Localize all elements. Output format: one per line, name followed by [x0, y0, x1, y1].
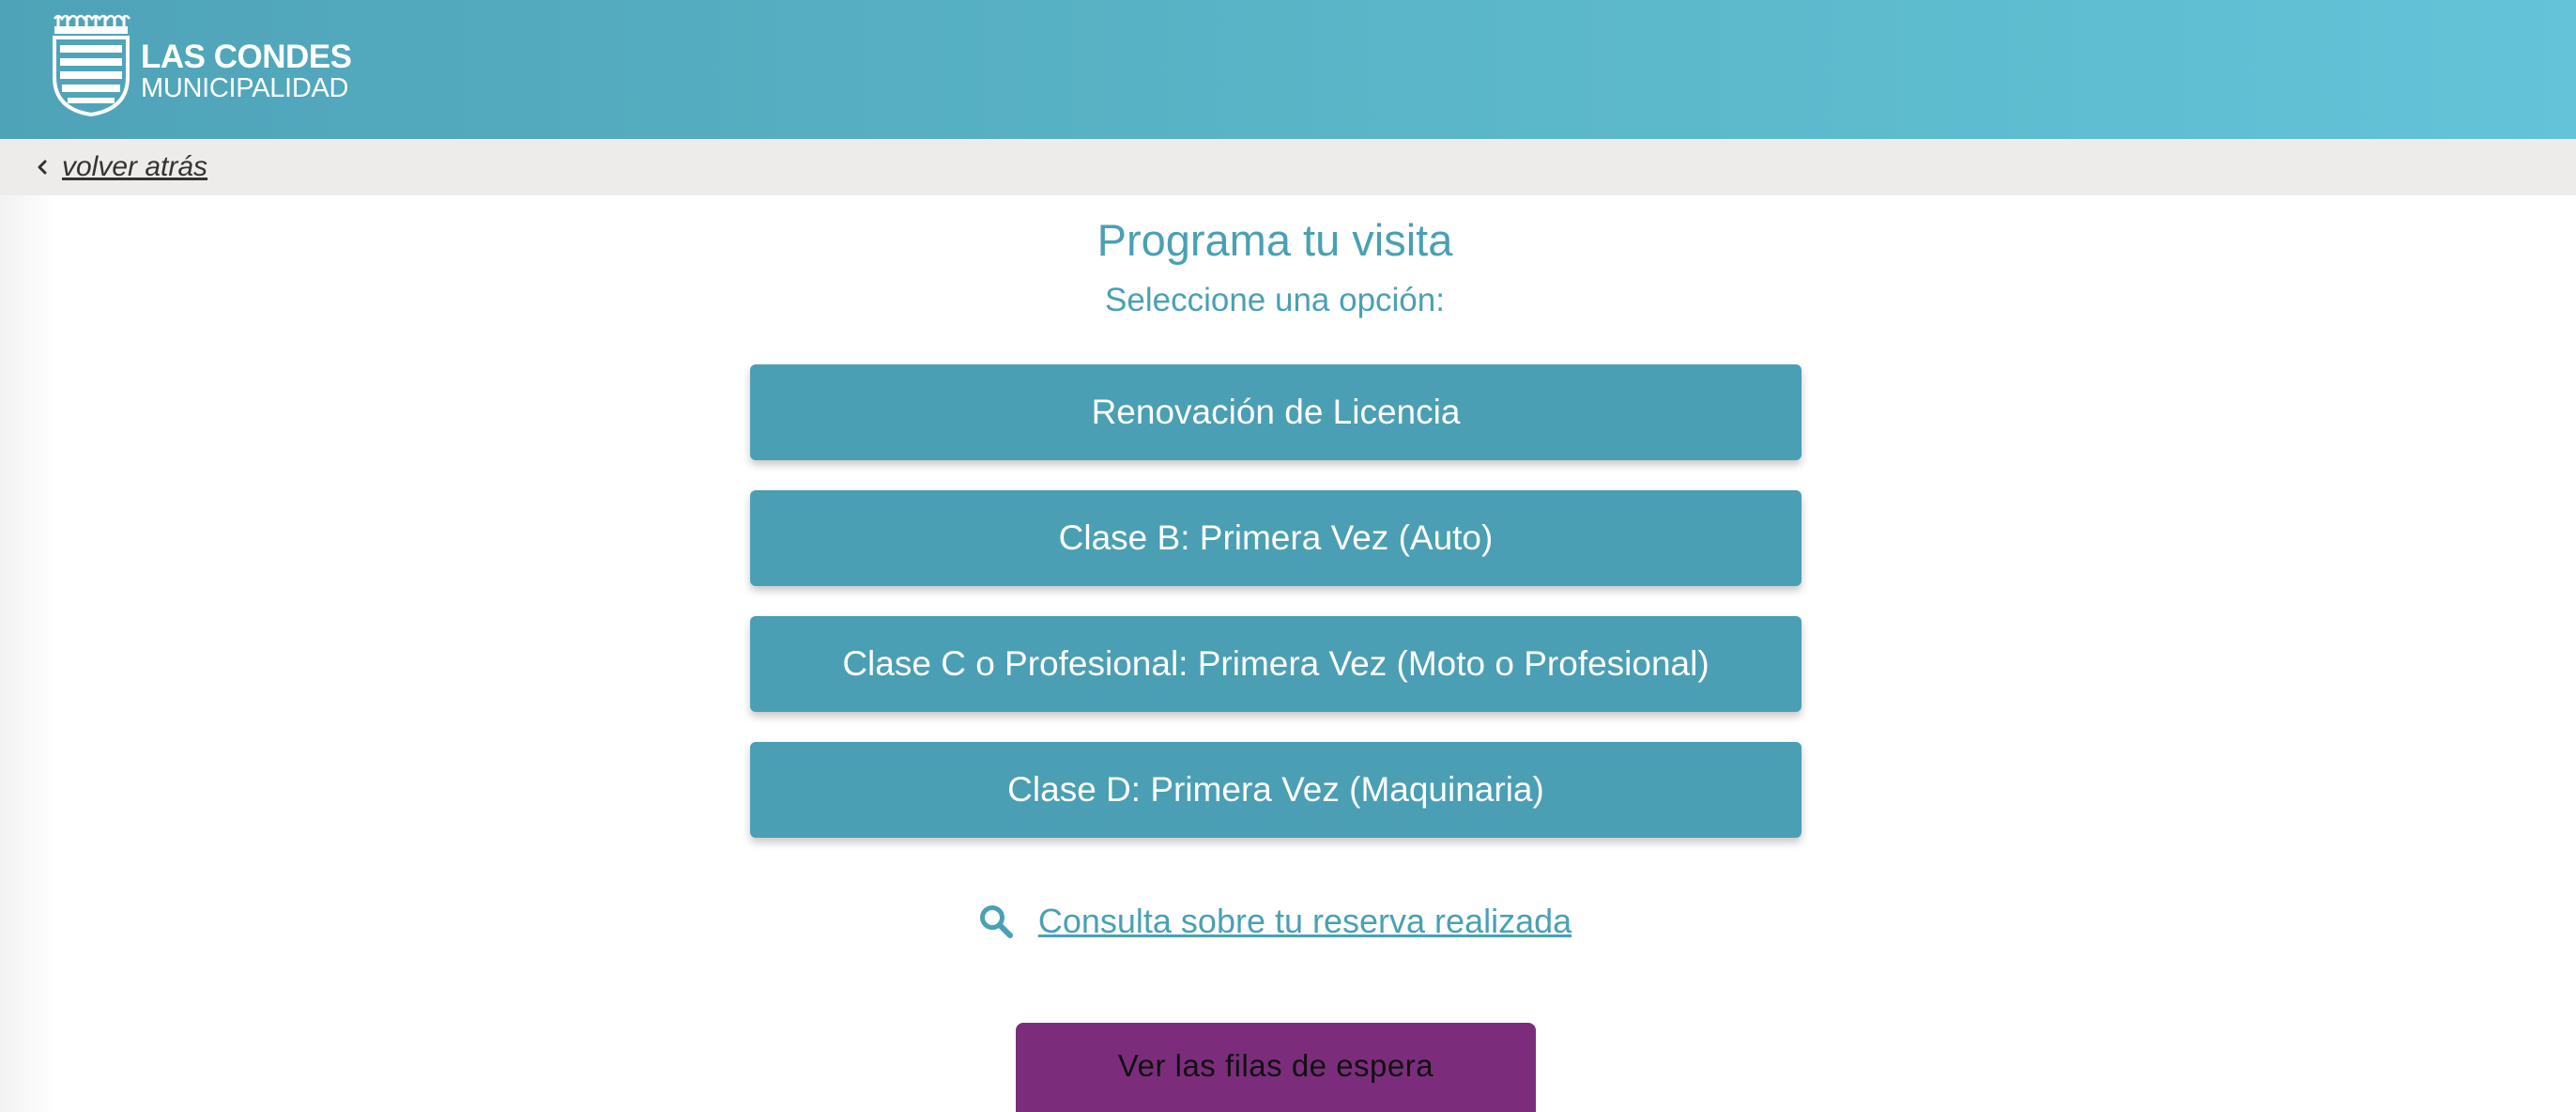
page-subtitle: Seleccione una opción: [1105, 282, 1445, 318]
header: LAS CONDES MUNICIPALIDAD [0, 0, 2576, 139]
consulta-reserva-link[interactable]: Consulta sobre tu reserva realizada [1038, 902, 1572, 941]
crest-shield-icon [53, 14, 131, 116]
option-clase-d-button[interactable]: Clase D: Primera Vez (Maquinaria) [750, 742, 1802, 838]
logo-title: LAS CONDES [141, 39, 352, 75]
logo-subtitle: MUNICIPALIDAD [141, 73, 349, 103]
back-bar: volver atrás [0, 139, 2576, 195]
option-clase-c-button[interactable]: Clase C o Profesional: Primera Vez (Moto… [750, 616, 1802, 712]
logo[interactable]: LAS CONDES MUNICIPALIDAD [49, 11, 352, 116]
back-link[interactable]: volver atrás [36, 151, 207, 183]
search-icon [979, 905, 1013, 938]
chevron-left-icon [38, 160, 47, 175]
logo-text: LAS CONDES MUNICIPALIDAD [141, 25, 352, 103]
consulta-row: Consulta sobre tu reserva realizada [0, 902, 2550, 941]
page: LAS CONDES MUNICIPALIDAD volver atrás Pr… [0, 0, 2576, 1112]
option-clase-b-button[interactable]: Clase B: Primera Vez (Auto) [750, 490, 1802, 586]
content-edge-shade [0, 195, 56, 1112]
options-list: Renovación de Licencia Clase B: Primera … [750, 364, 1802, 868]
back-label: volver atrás [62, 151, 208, 182]
ver-filas-button[interactable]: Ver las filas de espera [1016, 1023, 1536, 1112]
option-renovacion-button[interactable]: Renovación de Licencia [750, 364, 1802, 460]
page-title: Programa tu visita [1096, 215, 1453, 265]
